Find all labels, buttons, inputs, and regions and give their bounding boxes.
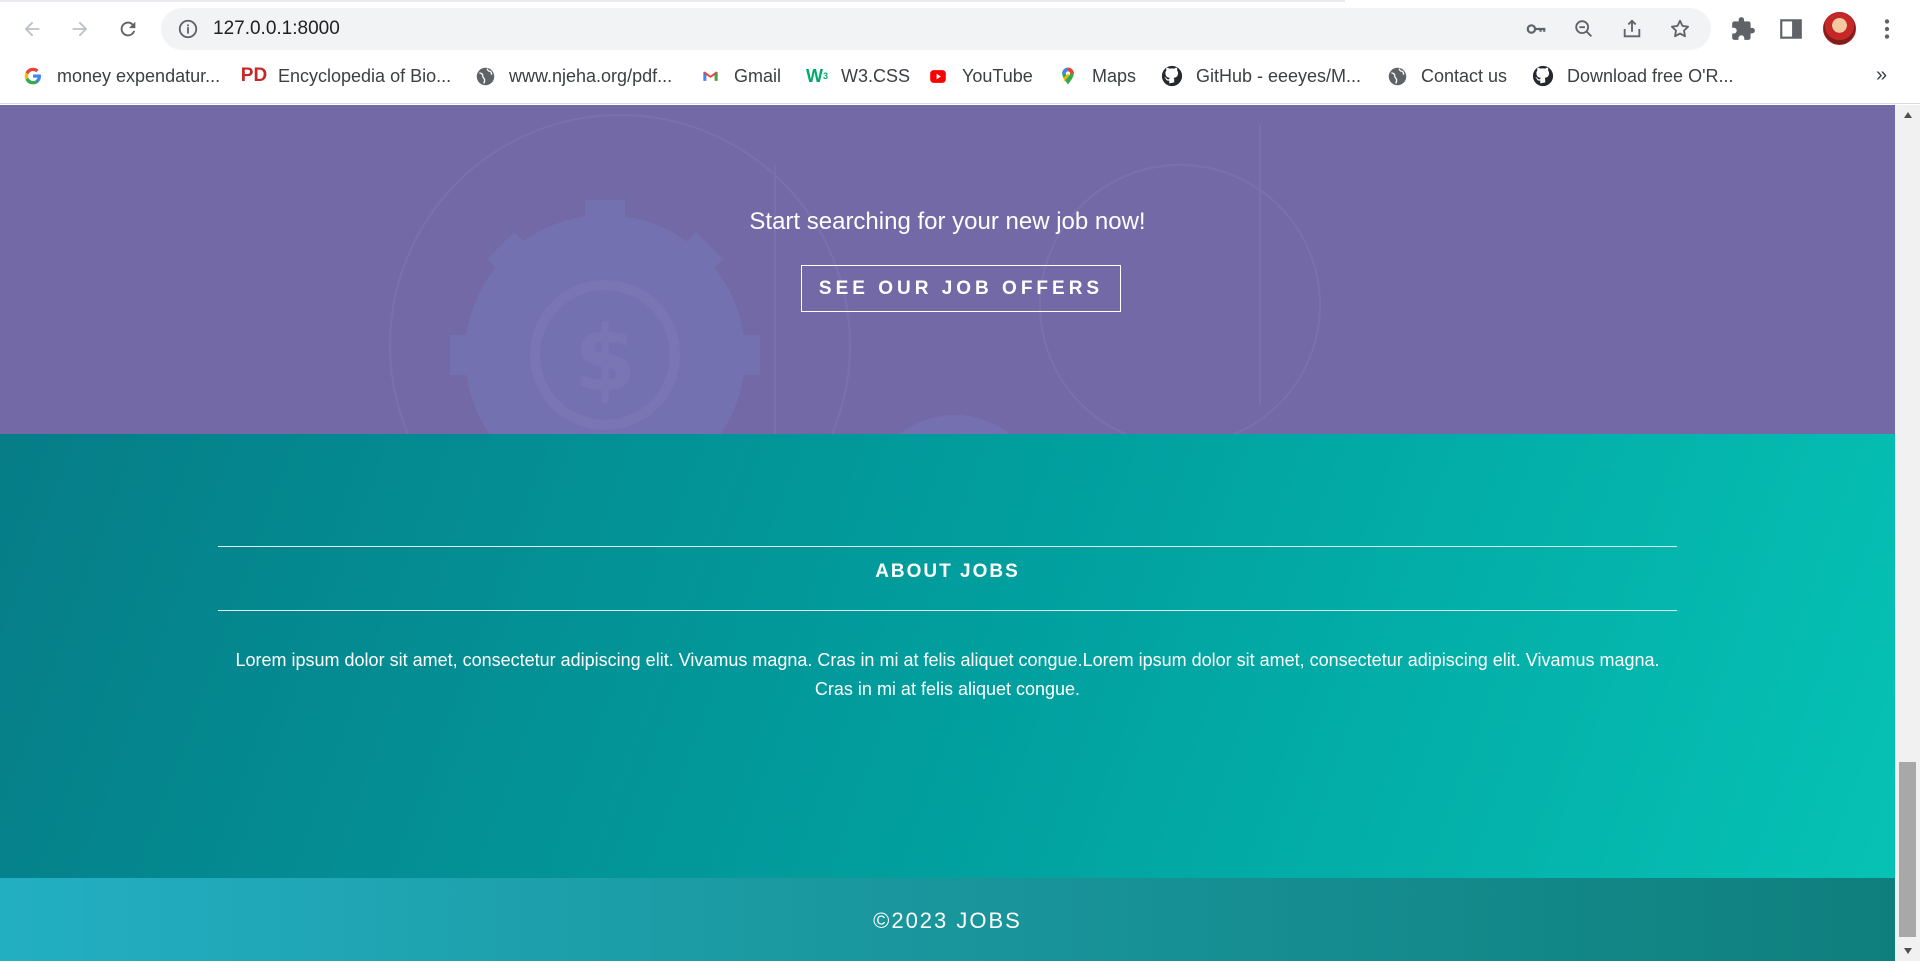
github-icon <box>1532 65 1554 87</box>
divider <box>218 610 1677 611</box>
info-icon[interactable] <box>177 18 199 40</box>
bookmark-item[interactable]: Maps <box>1057 58 1136 94</box>
bookmark-label: GitHub - eeeyes/M... <box>1196 65 1362 86</box>
divider <box>218 546 1677 547</box>
tab-strip-edge <box>0 0 1345 2</box>
gmail-icon <box>699 65 721 87</box>
page-viewport: $ Start searching for your new job now! … <box>0 105 1895 961</box>
url-text[interactable]: 127.0.0.1:8000 <box>213 18 340 40</box>
google-icon <box>22 65 44 87</box>
bookmark-label: W3.CSS <box>841 65 911 86</box>
bookmark-item[interactable]: W3 W3.CSS <box>806 58 910 94</box>
reload-icon <box>120 21 136 37</box>
arrow-left-icon <box>24 21 40 37</box>
globe-icon <box>474 65 496 87</box>
forward-button[interactable] <box>60 9 100 49</box>
about-section: ABOUT JOBS Lorem ipsum dolor sit amet, c… <box>0 434 1895 878</box>
bookmark-label: Encyclopedia of Bio... <box>278 65 452 86</box>
key-icon[interactable] <box>1525 18 1547 40</box>
w3-icon: W3 <box>806 65 829 86</box>
share-icon[interactable] <box>1621 18 1643 40</box>
github-icon <box>1161 65 1183 87</box>
bookmark-item[interactable]: money expendatur... <box>22 58 220 94</box>
svg-text:$: $ <box>574 307 637 412</box>
bookmarks-bar: money expendatur... PD Encyclopedia of B… <box>0 58 1920 104</box>
globe-icon <box>1386 65 1408 87</box>
browser-toolbar: 127.0.0.1:8000 <box>0 0 1920 58</box>
profile-avatar[interactable] <box>1823 12 1856 45</box>
youtube-icon <box>927 65 949 87</box>
bookmark-label: Contact us <box>1421 65 1508 86</box>
about-description: Lorem ipsum dolor sit amet, consectetur … <box>235 650 1660 699</box>
see-job-offers-button[interactable]: SEE OUR JOB OFFERS <box>801 265 1121 312</box>
banner-tagline: Start searching for your new job now! <box>749 208 1146 235</box>
bookmark-item[interactable]: Contact us <box>1386 58 1507 94</box>
job-search-banner: $ Start searching for your new job now! … <box>0 105 1895 434</box>
bookmark-label: money expendatur... <box>57 65 221 86</box>
maps-icon <box>1057 65 1079 87</box>
page-footer: ©2023 JOBS <box>0 878 1895 961</box>
zoom-out-icon[interactable] <box>1573 18 1595 40</box>
pd-icon: PD <box>240 65 268 86</box>
bookmark-label: Maps <box>1092 65 1137 86</box>
bookmark-item[interactable]: PD Encyclopedia of Bio... <box>240 58 452 94</box>
scroll-up-arrow-icon[interactable] <box>1895 105 1920 125</box>
bookmark-label: www.njeha.org/pdf... <box>509 65 673 86</box>
bookmark-label: Download free O'R... <box>1567 65 1734 86</box>
about-title: ABOUT JOBS <box>875 561 1020 582</box>
kebab-menu-icon[interactable] <box>1874 16 1900 42</box>
bookmark-item[interactable]: YouTube <box>927 58 1033 94</box>
reload-button[interactable] <box>108 9 148 49</box>
bookmark-item[interactable]: Gmail <box>699 58 781 94</box>
copyright-text: ©2023 JOBS <box>873 908 1022 933</box>
bookmark-item[interactable]: GitHub - eeeyes/M... <box>1161 58 1361 94</box>
page-scrollbar[interactable] <box>1895 105 1920 961</box>
bookmark-label: Gmail <box>734 65 782 86</box>
address-bar[interactable]: 127.0.0.1:8000 <box>161 8 1711 50</box>
arrow-right-icon <box>72 21 88 37</box>
extensions-icon[interactable] <box>1730 16 1756 42</box>
more-bookmarks-button[interactable]: » <box>1876 64 1887 87</box>
scrollbar-thumb[interactable] <box>1899 762 1916 937</box>
star-icon[interactable] <box>1669 18 1691 40</box>
bookmark-item[interactable]: www.njeha.org/pdf... <box>474 58 672 94</box>
side-panel-icon[interactable] <box>1778 16 1804 42</box>
bookmark-item[interactable]: Download free O'R... <box>1532 58 1734 94</box>
scroll-down-arrow-icon[interactable] <box>1895 941 1920 961</box>
back-button[interactable] <box>12 9 52 49</box>
bookmark-label: YouTube <box>962 65 1033 86</box>
